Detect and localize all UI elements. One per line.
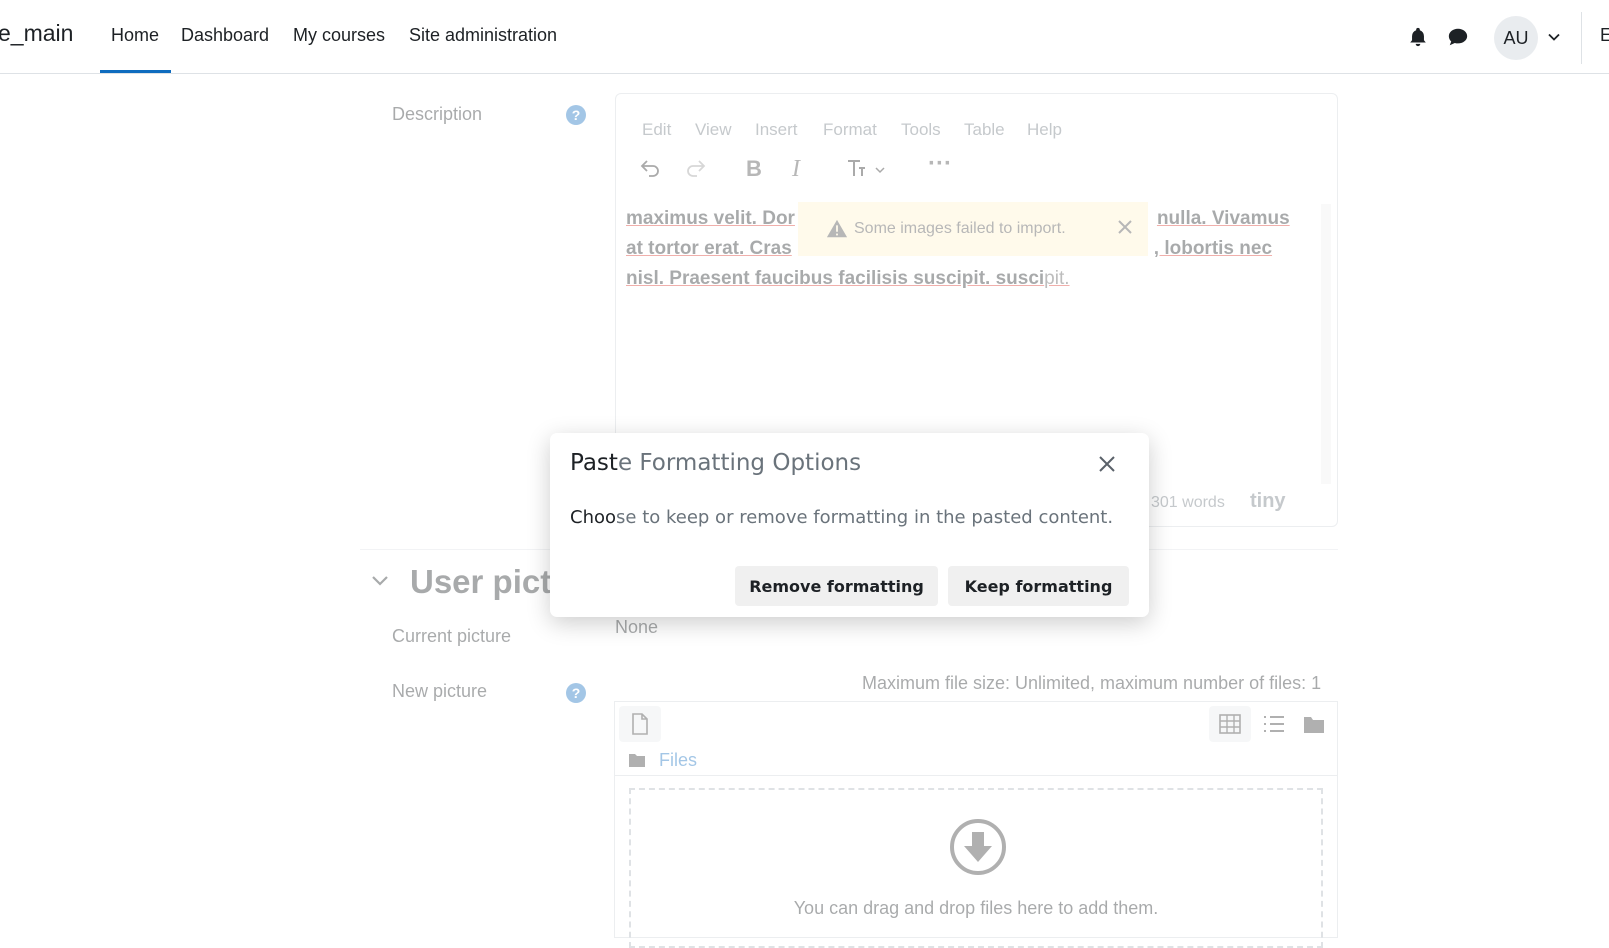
content-line: , lobortis nec (1153, 238, 1273, 259)
current-picture-value: None (615, 617, 659, 637)
tiny-logo[interactable]: tiny (1250, 490, 1286, 513)
bold-icon[interactable]: B (746, 156, 762, 182)
bell-icon[interactable] (1407, 26, 1429, 48)
remove-formatting-button[interactable]: Remove formatting (735, 566, 938, 606)
close-icon[interactable] (1114, 216, 1136, 238)
folder-icon[interactable] (1303, 714, 1325, 734)
chevron-down-icon[interactable] (370, 571, 390, 591)
word-count[interactable]: 301 words (1151, 494, 1225, 512)
file-icon (632, 713, 648, 735)
undo-icon[interactable] (638, 156, 662, 180)
modal-title-strong: Past (570, 450, 618, 476)
redo-icon[interactable] (684, 156, 708, 180)
download-icon (950, 819, 1006, 875)
content-line: maximus velit. Dor (626, 208, 795, 229)
grid-icon (1219, 714, 1241, 734)
close-icon[interactable] (1096, 453, 1118, 475)
modal-body-strong: Choo (570, 507, 617, 528)
content-line: pit. (1044, 268, 1070, 289)
dropzone-text: You can drag and drop files here to add … (793, 898, 1159, 918)
modal-body-rest: se to keep or remove formatting in the p… (616, 507, 1114, 528)
chevron-down-icon[interactable] (874, 164, 886, 176)
files-breadcrumb[interactable]: Files (659, 750, 697, 771)
description-label: Description (392, 104, 483, 124)
more-icon[interactable]: ··· (928, 150, 952, 178)
content-line: nisl. Praesent faucibus facilisis suscip… (626, 268, 1045, 289)
keep-formatting-button[interactable]: Keep formatting (948, 566, 1129, 606)
warning-text: Some images failed to import. (854, 220, 1066, 237)
paste-formatting-modal: Paste Formatting Options Choose to keep … (550, 433, 1149, 617)
max-file-size-text: Maximum file size: Unlimited, maximum nu… (862, 673, 1322, 693)
user-avatar[interactable]: AU (1494, 16, 1538, 60)
current-picture-label: Current picture (392, 626, 512, 646)
text-format-icon[interactable] (844, 156, 868, 180)
nav-trailing-text[interactable]: E (1600, 25, 1609, 46)
add-file-button[interactable] (619, 706, 661, 742)
menu-insert[interactable]: Insert (755, 120, 798, 140)
nav-home[interactable]: Home (111, 25, 159, 46)
file-dropzone[interactable]: You can drag and drop files here to add … (629, 788, 1323, 948)
file-picker: Files You can drag and drop files here t… (614, 701, 1338, 948)
menu-table[interactable]: Table (964, 120, 1005, 140)
top-navbar: e_main Home Dashboard My courses Site ad… (0, 0, 1609, 74)
modal-title: Paste Formatting Options (570, 450, 861, 476)
nav-my-courses[interactable]: My courses (293, 25, 385, 46)
menu-help[interactable]: Help (1027, 120, 1062, 140)
modal-body-text: Choose to keep or remove formatting in t… (570, 507, 1113, 528)
file-picker-divider (615, 775, 1337, 776)
nav-dashboard[interactable]: Dashboard (181, 25, 269, 46)
menu-tools[interactable]: Tools (901, 120, 941, 140)
new-picture-label: New picture (392, 681, 488, 701)
site-brand[interactable]: e_main (0, 20, 73, 47)
warning-icon (826, 219, 848, 238)
active-nav-indicator (100, 70, 171, 73)
menu-edit[interactable]: Edit (642, 120, 671, 140)
nav-divider (1581, 12, 1582, 64)
nav-site-administration[interactable]: Site administration (409, 25, 557, 46)
modal-title-rest: e Formatting Options (617, 450, 862, 476)
menu-view[interactable]: View (695, 120, 732, 140)
folder-icon (629, 754, 645, 767)
menu-format[interactable]: Format (823, 120, 877, 140)
content-line: at tortor erat. Cras (626, 238, 792, 259)
help-icon[interactable]: ? (566, 683, 586, 703)
italic-icon[interactable]: I (792, 156, 800, 183)
list-icon[interactable] (1263, 714, 1285, 734)
content-line: nulla. Vivamus (1156, 208, 1290, 229)
chat-icon[interactable] (1447, 26, 1469, 48)
help-icon[interactable]: ? (566, 105, 586, 125)
chevron-down-icon[interactable] (1547, 30, 1561, 44)
user-picture-section-title[interactable]: User pict (410, 563, 551, 601)
grid-view-button[interactable] (1209, 706, 1251, 742)
import-warning-toast: Some images failed to import. (798, 202, 1148, 256)
editor-scrollbar[interactable] (1321, 204, 1331, 484)
